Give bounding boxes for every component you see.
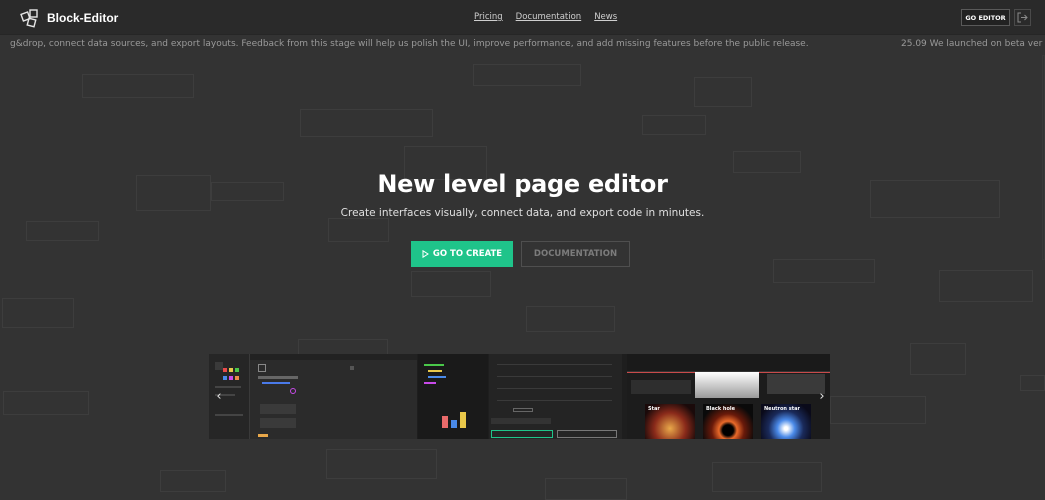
top-navbar: Block-Editor Pricing Documentation News … — [0, 0, 1045, 35]
gallery-prev-arrow[interactable]: ‹ — [213, 386, 225, 406]
documentation-button[interactable]: DOCUMENTATION — [521, 241, 630, 267]
ticker-text-next: 25.09 We launched on beta ver — [901, 39, 1043, 49]
gallery-shot-editor[interactable] — [249, 354, 417, 439]
card-black-hole-label: Black hole — [706, 406, 736, 412]
card-neutron-star-label: Neutron star — [764, 406, 800, 412]
card-black-hole[interactable]: Black hole — [703, 404, 753, 439]
gallery-next-arrow[interactable]: › — [816, 386, 828, 406]
go-to-create-label: GO TO CREATE — [432, 249, 503, 259]
card-star-label: Star — [648, 406, 660, 412]
gallery-shot-table[interactable] — [489, 354, 622, 439]
brand-name: Block-Editor — [47, 11, 119, 25]
logout-button[interactable] — [1014, 9, 1031, 26]
screenshot-gallery: Star Black hole Neutron star — [209, 354, 830, 439]
nav-links: Pricing Documentation News — [474, 12, 617, 22]
go-editor-button[interactable]: GO EDITOR — [961, 9, 1010, 26]
card-star[interactable]: Star — [645, 404, 695, 439]
ticker-text: g&drop, connect data sources, and export… — [10, 39, 809, 49]
nav-link-news[interactable]: News — [594, 12, 617, 22]
go-to-create-button[interactable]: GO TO CREATE — [411, 241, 513, 267]
hero-title: New level page editor — [377, 170, 668, 198]
brand-logo-icon — [20, 9, 38, 28]
card-neutron-star[interactable]: Neutron star — [761, 404, 811, 439]
gallery-shot-cards[interactable]: Star Black hole Neutron star — [627, 354, 830, 439]
nav-link-documentation[interactable]: Documentation — [516, 12, 582, 22]
nav-link-pricing[interactable]: Pricing — [474, 12, 503, 22]
gallery-shot-code[interactable] — [418, 354, 488, 439]
news-ticker: g&drop, connect data sources, and export… — [0, 35, 1045, 55]
brand[interactable]: Block-Editor — [20, 8, 118, 28]
hero-subtitle: Create interfaces visually, connect data… — [340, 207, 705, 219]
play-icon — [422, 250, 429, 258]
logout-icon — [1017, 12, 1028, 23]
